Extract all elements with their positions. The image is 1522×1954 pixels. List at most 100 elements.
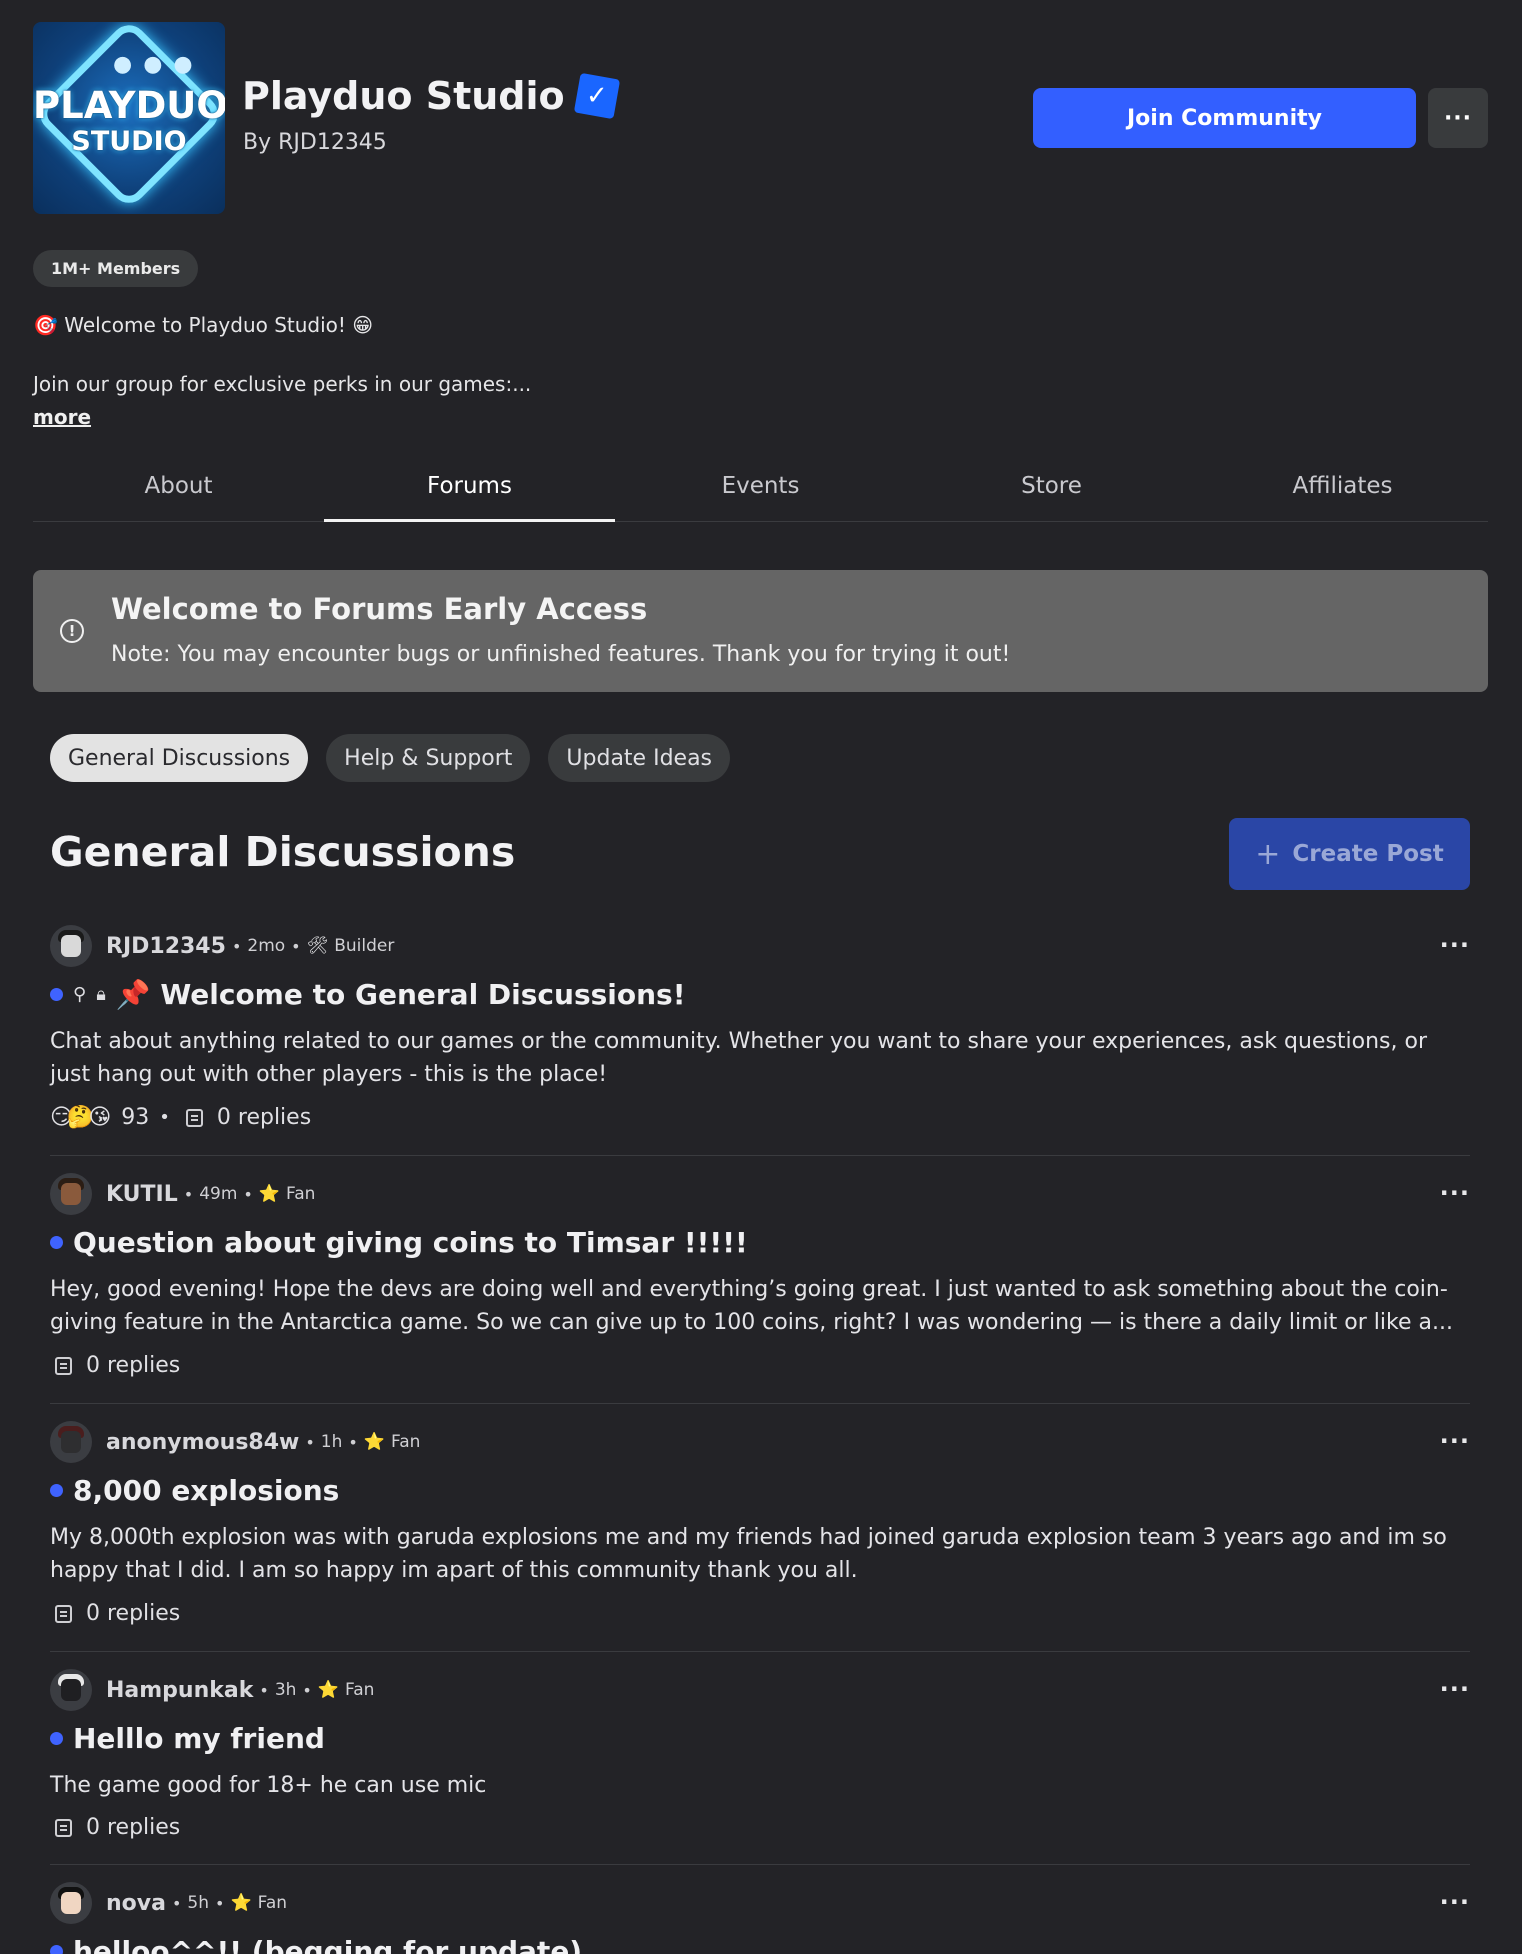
post-item[interactable]: anonymous84w • 1h • ⭐ Fan ··· 8,000 expl… <box>50 1421 1470 1652</box>
members-badge: 1M+ Members <box>33 250 199 287</box>
post-time: 2mo <box>247 936 286 956</box>
create-post-button[interactable]: + Create Post <box>1229 818 1470 890</box>
post-title-row: helloo^^!! (begging for update) <box>50 1935 582 1954</box>
post-time: 49m <box>199 1184 238 1204</box>
replies-count[interactable]: 0 replies <box>86 1815 180 1840</box>
star-icon: ⭐ <box>363 1432 385 1452</box>
category-general-discussions[interactable]: General Discussions <box>50 734 309 782</box>
post-item[interactable]: nova • 5h • ⭐ Fan ··· helloo^^!! (beggin… <box>50 1882 1470 1954</box>
post-title[interactable]: helloo^^!! (begging for update) <box>73 1935 582 1954</box>
post-menu-button[interactable]: ··· <box>1440 931 1470 959</box>
group-title-row: Playduo Studio ✓ <box>242 72 620 120</box>
replies-icon <box>55 1818 72 1837</box>
category-update-ideas[interactable]: Update Ideas <box>548 734 731 782</box>
builder-role-icon: 🛠 <box>306 936 329 956</box>
replies-count[interactable]: 0 replies <box>86 1353 180 1378</box>
star-icon: ⭐ <box>230 1893 252 1913</box>
meta-separator: • <box>305 1432 315 1452</box>
star-icon: ⭐ <box>258 1184 280 1204</box>
verified-check-icon: ✓ <box>573 72 620 120</box>
reaction-emojis[interactable]: 😏🤔😘 <box>50 1105 111 1130</box>
post-meta: KUTIL • 49m • ⭐ Fan <box>50 1173 315 1215</box>
post-time: 5h <box>187 1893 209 1913</box>
meta-separator: • <box>171 1893 182 1913</box>
avatar[interactable] <box>50 1421 92 1463</box>
category-pills: General Discussions Help & Support Updat… <box>50 734 731 782</box>
info-icon: ! <box>60 619 84 643</box>
post-role: Fan <box>257 1893 288 1913</box>
post-role: Fan <box>345 1680 375 1700</box>
group-title: Playduo Studio <box>242 74 565 118</box>
tab-forums[interactable]: Forums <box>324 450 615 522</box>
post-body: My 8,000th explosion was with garuda exp… <box>50 1525 1447 1583</box>
post-author[interactable]: nova <box>106 1891 166 1916</box>
replies-count[interactable]: 0 replies <box>86 1601 180 1626</box>
post-item[interactable]: KUTIL • 49m • ⭐ Fan ··· Question about g… <box>50 1173 1470 1404</box>
post-menu-button[interactable]: ··· <box>1440 1675 1470 1703</box>
replies-icon <box>55 1604 72 1623</box>
tab-events[interactable]: Events <box>615 450 906 521</box>
post-body: The game good for 18+ he can use mic <box>50 1773 487 1798</box>
post-author[interactable]: Hampunkak <box>106 1678 253 1703</box>
unread-dot <box>50 1484 63 1497</box>
post-meta: nova • 5h • ⭐ Fan <box>50 1882 287 1924</box>
plus-icon: + <box>1255 836 1281 872</box>
post-title[interactable]: Helllo my friend <box>73 1722 325 1755</box>
post-author[interactable]: RJD12345 <box>106 934 226 959</box>
section-title: General Discussions <box>50 828 516 876</box>
post-body: Chat about anything related to our games… <box>50 1029 1428 1087</box>
unread-dot <box>50 1732 63 1745</box>
create-post-label: Create Post <box>1292 841 1444 867</box>
more-link[interactable]: more <box>33 405 91 429</box>
avatar[interactable] <box>50 1173 92 1215</box>
tab-bar: About Forums Events Store Affiliates <box>33 450 1488 522</box>
post-menu-button[interactable]: ··· <box>1440 1179 1470 1207</box>
post-title[interactable]: 📌 Welcome to General Discussions! <box>116 978 686 1011</box>
meta-separator: • <box>259 1680 269 1700</box>
unread-dot <box>50 1945 63 1954</box>
meta-separator: • <box>243 1184 253 1204</box>
post-author[interactable]: anonymous84w <box>106 1430 299 1455</box>
post-title-row: ⚲ 🔒︎ 📌 Welcome to General Discussions! <box>50 978 686 1011</box>
join-community-button[interactable]: Join Community <box>1033 88 1416 148</box>
replies-count[interactable]: 0 replies <box>217 1105 311 1130</box>
post-footer: 0 replies <box>50 1815 180 1840</box>
post-body: Hey, good evening! Hope the devs are doi… <box>50 1277 1453 1335</box>
star-icon: ⭐ <box>317 1680 340 1700</box>
group-logo: ● ● ● PLAYDUO STUDIO <box>33 22 225 214</box>
post-author[interactable]: KUTIL <box>106 1182 178 1207</box>
post-menu-button[interactable]: ··· <box>1440 1427 1470 1455</box>
post-title-row: Question about giving coins to Timsar !!… <box>50 1226 748 1259</box>
logo-dice-icon: ● ● ● <box>113 52 195 77</box>
avatar[interactable] <box>50 925 92 967</box>
post-role: Fan <box>286 1184 316 1204</box>
post-meta: anonymous84w • 1h • ⭐ Fan <box>50 1421 420 1463</box>
tab-affiliates[interactable]: Affiliates <box>1197 450 1488 521</box>
post-footer: 0 replies <box>50 1601 180 1626</box>
reaction-count: 93 <box>121 1105 150 1130</box>
replies-icon <box>185 1108 203 1127</box>
more-options-button[interactable]: ··· <box>1428 88 1488 148</box>
logo-text-line2: STUDIO <box>71 126 187 157</box>
meta-separator: • <box>302 1680 312 1700</box>
post-title[interactable]: Question about giving coins to Timsar !!… <box>73 1226 748 1259</box>
post-footer: 0 replies <box>50 1353 180 1378</box>
post-item[interactable]: Hampunkak • 3h • ⭐ Fan ··· Helllo my fri… <box>50 1669 1470 1865</box>
post-footer: 😏🤔😘 93 • 0 replies <box>50 1105 311 1130</box>
post-meta: RJD12345 • 2mo • 🛠 Builder <box>50 925 394 967</box>
group-description: Join our group for exclusive perks in ou… <box>33 372 532 396</box>
avatar[interactable] <box>50 1669 92 1711</box>
post-item[interactable]: RJD12345 • 2mo • 🛠 Builder ··· ⚲ 🔒︎ 📌 We… <box>50 925 1470 1156</box>
post-title-row: 8,000 explosions <box>50 1474 339 1507</box>
logo-text-line1: PLAYDUO <box>33 84 225 127</box>
tab-store[interactable]: Store <box>906 450 1197 521</box>
post-menu-button[interactable]: ··· <box>1440 1888 1470 1916</box>
avatar[interactable] <box>50 1882 92 1924</box>
category-help-support[interactable]: Help & Support <box>326 734 531 782</box>
post-role: Builder <box>334 936 395 956</box>
meta-separator: • <box>183 1184 194 1204</box>
post-title[interactable]: 8,000 explosions <box>73 1474 339 1507</box>
meta-separator: • <box>215 1893 225 1913</box>
banner-text: Note: You may encounter bugs or unfinish… <box>111 642 1011 667</box>
tab-about[interactable]: About <box>33 450 324 521</box>
